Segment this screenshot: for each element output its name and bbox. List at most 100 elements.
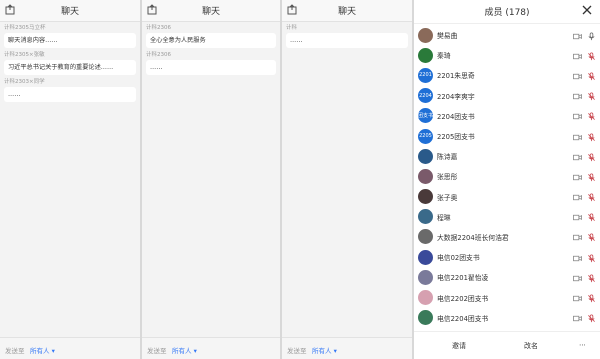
message: 计科2306 全心全意为人民服务 [146,25,276,48]
message: 计科2305马立杯 聊天消息内容…… [4,25,136,48]
member-row[interactable]: 电信2204团支书 [414,308,600,328]
camera-icon [573,288,582,307]
message-text: 全心全意为人民服务 [146,33,276,48]
send-target-select[interactable]: 所有人 ▾ [312,345,337,355]
message-text: 习近平总书记关于教育的重要论述…… [4,60,136,75]
message-text: …… [286,33,408,48]
member-row[interactable]: 樊易曲 [414,25,600,45]
camera-icon [573,268,582,287]
microphone-muted-icon [587,147,596,166]
chat-title: 聊天 [201,7,220,17]
microphone-muted-icon [587,288,596,307]
member-name: 程琳 [437,213,451,222]
member-list[interactable]: 樊易曲秦琦 2201 2201朱思奇 2204 2204李爽宇团支书 2204团支书 220… [414,25,600,331]
camera-icon [573,248,582,267]
camera-icon [573,147,582,166]
member-status-icons [573,227,596,246]
members-footer: 邀请 改名 ⋯ [414,331,600,359]
member-name: 2201朱思奇 [437,72,475,81]
avatar: 团支书 [418,108,433,124]
avatar [418,209,433,225]
rename-button[interactable]: 改名 [524,341,538,351]
invite-button[interactable]: 邀请 [452,341,466,351]
members-panel: 成员 (178) 樊易曲 秦琦 2201 2201朱思奇 2204 2204李爽宇 团支书 2… [414,0,600,359]
member-name: 电信02团支书 [437,254,480,263]
member-row[interactable]: 程琳 [414,207,600,227]
member-name: 2204团支书 [437,112,475,121]
member-name: 电信2201翟怡凌 [437,274,489,283]
member-row[interactable]: 张子奥 [414,187,600,207]
message-sender: 计科2306 [146,25,171,31]
member-status-icons [573,167,596,186]
member-name: 2205团支书 [437,133,475,142]
member-row[interactable]: 电信2202团支书 [414,287,600,307]
more-button[interactable]: ⋯ [579,341,586,349]
send-to-label: 发送至 [147,347,167,355]
send-target-select[interactable]: 所有人 ▾ [172,345,197,355]
microphone-muted-icon [587,106,596,125]
avatar [418,269,433,285]
message-sender: 计科2305×张敏 [4,52,45,58]
send-to-label: 发送至 [5,347,25,355]
message-sender: 计科2305马立杯 [4,25,46,31]
send-target-select[interactable]: 所有人 ▾ [30,345,55,355]
member-row[interactable]: 2204 2204李爽宇 [414,86,600,106]
chat-footer: 发送至 所有人 ▾ [282,337,412,359]
camera-icon [573,308,582,327]
member-name: 樊易曲 [437,32,458,41]
avatar [418,27,433,43]
member-status-icons [573,308,596,327]
member-row[interactable]: 电信2201翟怡凌 [414,267,600,287]
member-row[interactable]: 秦琦 [414,45,600,65]
close-icon[interactable] [580,3,594,17]
member-row[interactable]: 2205 2205团支书 [414,126,600,146]
member-row[interactable]: 陈诗嘉 [414,146,600,166]
avatar [418,290,433,306]
member-status-icons [573,46,596,65]
message-list[interactable]: 计科 …… [282,23,412,337]
message-sender: 计科2306 [146,52,171,58]
camera-icon [573,66,582,85]
microphone-muted-icon [587,86,596,105]
camera-icon [573,187,582,206]
microphone-muted-icon [587,207,596,226]
member-status-icons [573,127,596,146]
member-status-icons [573,26,596,45]
message: 计科2306 …… [146,52,276,75]
message-list[interactable]: 计科2305马立杯 聊天消息内容…… 计科2305×张敏 习近平总书记关于教育的… [0,23,140,337]
member-row[interactable]: 团支书 2204团支书 [414,106,600,126]
avatar [418,47,433,63]
camera-icon [573,86,582,105]
camera-icon [573,46,582,65]
camera-icon [573,26,582,45]
member-name: 2204李爽宇 [437,92,475,101]
chat-panel-1: 聊天 计科2305马立杯 聊天消息内容…… 计科2305×张敏 习近平总书记关于… [0,0,140,359]
member-row[interactable]: 大数据2204班长何浩君 [414,227,600,247]
chat-header: 聊天 [142,0,280,22]
message-text: …… [146,60,276,75]
camera-icon [573,167,582,186]
member-status-icons [573,147,596,166]
avatar: 2201 [418,67,433,83]
chat-panel-2: 聊天 计科2306 全心全意为人民服务 计科2306 …… 发送至 所有人 ▾ [142,0,280,359]
member-row[interactable]: 2201 2201朱思奇 [414,65,600,85]
member-status-icons [573,268,596,287]
chat-header: 聊天 [282,0,412,22]
microphone-muted-icon [587,308,596,327]
camera-icon [573,207,582,226]
microphone-muted-icon [587,227,596,246]
microphone-muted-icon [587,248,596,267]
message: 计科2305×张敏 习近平总书记关于教育的重要论述…… [4,52,136,75]
member-row[interactable]: 张思彤 [414,166,600,186]
microphone-muted-icon [587,127,596,146]
member-row[interactable]: 电信02团支书 [414,247,600,267]
microphone-muted-icon [587,167,596,186]
member-status-icons [573,86,596,105]
message-text: …… [4,87,136,102]
avatar [418,189,433,205]
avatar: 2205 [418,128,433,144]
member-name: 张子奥 [437,193,458,202]
microphone-muted-icon [587,187,596,206]
message-list[interactable]: 计科2306 全心全意为人民服务 计科2306 …… [142,23,280,337]
avatar [418,310,433,326]
